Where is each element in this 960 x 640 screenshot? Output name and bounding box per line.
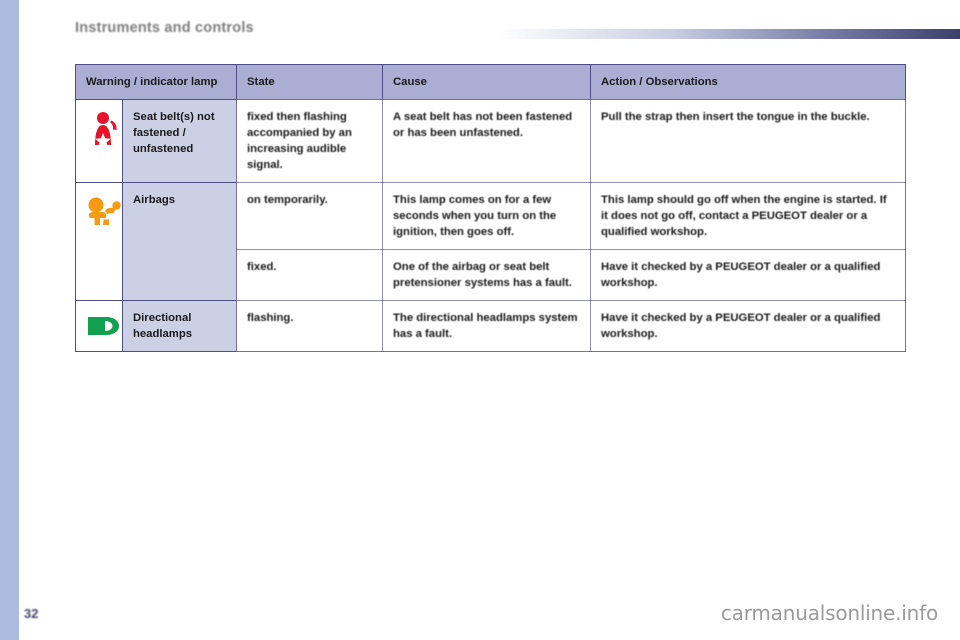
table-row: Seat belt(s) not fastened / unfastened f… <box>75 99 907 184</box>
state-seat-belts: fixed then flashing accompanied by an in… <box>236 99 384 184</box>
cause-directional-headlamps: The directional headlamps system has a f… <box>382 300 592 353</box>
table-row: Airbags on temporarily. This lamp comes … <box>75 182 907 302</box>
column-header-state: State <box>236 63 384 101</box>
state-airbags-fixed: fixed. <box>236 249 384 302</box>
table-header: Warning / indicator lamp State Cause Act… <box>74 63 907 101</box>
column-header-action-observations: Action / Observations <box>590 63 907 101</box>
airbag-warning-icon <box>88 197 121 226</box>
table-row: Directional headlamps flashing. The dire… <box>75 300 907 353</box>
site-watermark: carmanualsonline.info <box>720 601 938 625</box>
directional-headlamp-icon-cell <box>75 300 123 353</box>
column-header-cause: Cause <box>382 63 592 101</box>
page-title: Instruments and controls <box>75 20 254 36</box>
column-header-warning-indicator-lamp: Warning / indicator lamp <box>74 63 238 101</box>
action-seat-belts: Pull the strap then insert the tongue in… <box>590 99 907 184</box>
warning-lamp-table: Warning / indicator lamp State Cause Act… <box>74 63 907 353</box>
warning-lamp-table-wrapper: Warning / indicator lamp State Cause Act… <box>74 63 907 353</box>
cause-airbags-temporary: This lamp comes on for a few seconds whe… <box>382 182 592 251</box>
page-number: 32 <box>24 606 39 621</box>
state-directional-headlamps: flashing. <box>236 300 384 353</box>
lamp-name-seat-belts: Seat belt(s) not fastened / unfastened <box>121 99 238 184</box>
header-gradient-rule <box>497 29 960 39</box>
lamp-name-airbags: Airbags <box>121 182 238 302</box>
cause-airbags-fixed: One of the airbag or seat belt pretensio… <box>382 249 592 302</box>
manual-page: Instruments and controls Warning / indic… <box>0 0 960 640</box>
state-airbags-temporary: on temporarily. <box>236 182 384 251</box>
seatbelt-warning-icon-cell <box>75 99 123 184</box>
cause-seat-belts: A seat belt has not been fastened or has… <box>382 99 592 184</box>
action-airbags-fixed: Have it checked by a PEUGEOT dealer or a… <box>590 249 907 302</box>
lamp-name-directional-headlamps: Directional headlamps <box>121 300 238 353</box>
action-airbags-temporary: This lamp should go off when the engine … <box>590 182 907 251</box>
left-brand-strip <box>0 0 19 640</box>
action-directional-headlamps: Have it checked by a PEUGEOT dealer or a… <box>590 300 907 353</box>
directional-headlamp-icon <box>88 317 119 336</box>
table-header-row: Warning / indicator lamp State Cause Act… <box>74 63 907 101</box>
airbag-warning-icon-cell <box>75 182 123 302</box>
seatbelt-warning-icon <box>95 112 117 148</box>
table-body: Seat belt(s) not fastened / unfastened f… <box>75 99 907 353</box>
